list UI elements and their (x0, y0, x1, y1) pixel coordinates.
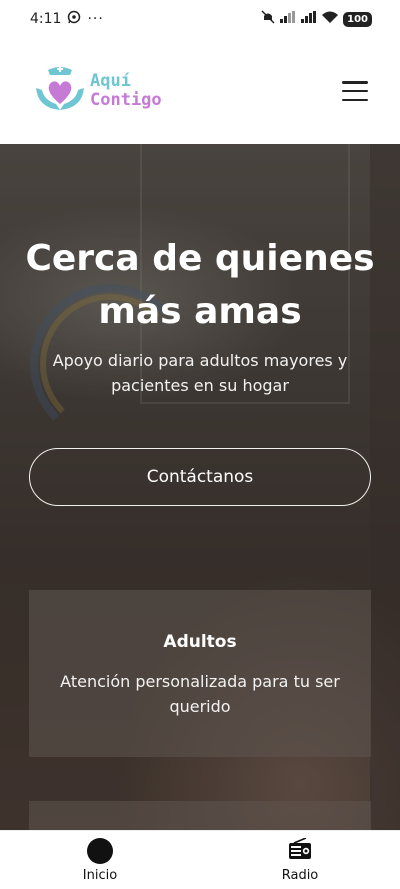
hero-section: Cerca de quienes más amas Apoyo diario p… (0, 144, 400, 830)
hero-title-line1: Cerca de quienes (25, 238, 375, 279)
status-right: 100 (261, 10, 372, 28)
mute-icon (261, 10, 275, 28)
menu-bar (342, 81, 368, 84)
logo[interactable]: Aquí Contigo (32, 64, 162, 118)
logo-line1: Aquí (90, 71, 131, 91)
signal-icon-2 (301, 11, 317, 27)
whatsapp-icon (67, 10, 81, 28)
service-card[interactable]: Adultos Atención personalizada para tu s… (29, 590, 371, 757)
logo-line2: Contigo (90, 90, 162, 110)
nav-item-inicio[interactable]: Inicio (0, 831, 200, 889)
hamburger-menu-icon[interactable] (342, 81, 368, 101)
hero-title: Cerca de quienes más amas (0, 232, 400, 338)
logo-text: Aquí Contigo (90, 72, 162, 110)
status-left: 4:11 ··· (30, 10, 104, 28)
service-card-partial[interactable] (29, 801, 371, 830)
hero-title-line2: más amas (98, 291, 302, 332)
hero-subtitle: Apoyo diario para adultos mayores y paci… (52, 351, 348, 395)
status-time: 4:11 (30, 11, 62, 27)
circle-icon (87, 837, 113, 864)
battery-icon: 100 (343, 11, 372, 27)
status-bar: 4:11 ··· 100 (0, 0, 400, 38)
menu-bar (342, 98, 368, 101)
nav-item-radio[interactable]: Radio (200, 831, 400, 889)
signal-icon (280, 11, 296, 27)
contact-button[interactable]: Contáctanos (29, 448, 371, 506)
site-header: Aquí Contigo (0, 38, 400, 144)
card-title: Adultos (163, 632, 237, 652)
card-description: Atención personalizada para tu ser queri… (60, 672, 340, 716)
radio-icon (288, 836, 312, 864)
bottom-nav: Inicio Radio (0, 830, 400, 889)
wifi-icon (322, 11, 339, 27)
more-dots-icon: ··· (87, 11, 104, 27)
nav-label: Radio (281, 867, 319, 883)
nav-label: Inicio (82, 867, 118, 883)
menu-bar (342, 89, 368, 93)
logo-hands-heart-icon (32, 64, 88, 118)
